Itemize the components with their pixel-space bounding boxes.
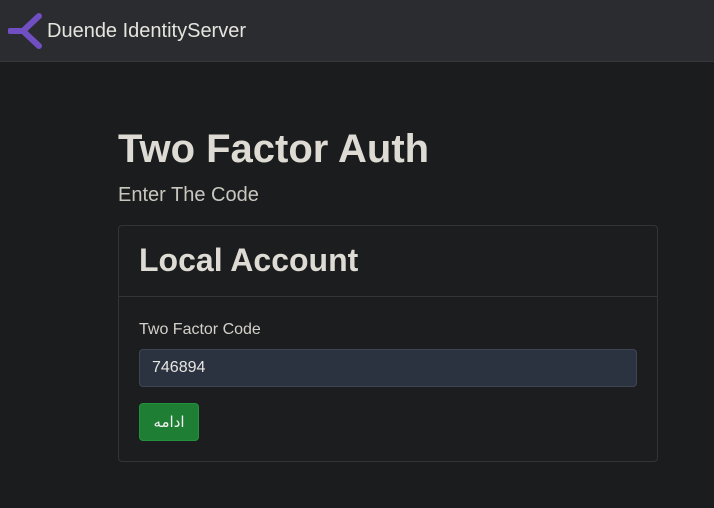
- card-header: Local Account: [119, 226, 657, 297]
- brand-name[interactable]: Duende IdentityServer: [47, 19, 246, 43]
- page-title: Two Factor Auth: [118, 127, 430, 171]
- top-navbar: Duende IdentityServer: [0, 0, 714, 62]
- duende-logo-icon[interactable]: [7, 12, 44, 50]
- card-title: Local Account: [139, 242, 359, 278]
- local-account-card: Local Account Two Factor Code ادامه: [118, 225, 658, 462]
- two-factor-code-label: Two Factor Code: [139, 321, 261, 338]
- page-subtitle: Enter The Code: [118, 184, 259, 206]
- continue-button[interactable]: ادامه: [139, 403, 199, 441]
- two-factor-code-input[interactable]: [139, 349, 637, 387]
